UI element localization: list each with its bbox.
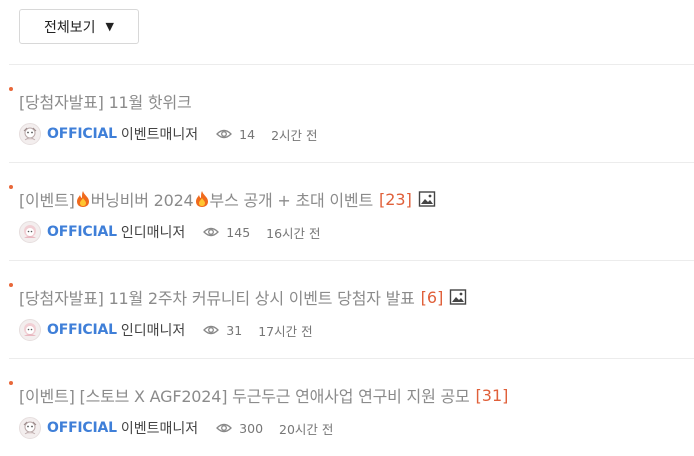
new-dot-icon — [9, 185, 13, 189]
image-icon — [449, 288, 467, 306]
view-count: 31 — [203, 323, 242, 338]
avatar[interactable] — [19, 417, 41, 439]
view-count: 14 — [216, 127, 255, 142]
official-badge: OFFICIAL — [47, 322, 117, 338]
official-badge: OFFICIAL — [47, 126, 117, 142]
post-item[interactable]: [이벤트] [스토브 X AGF2024] 두근두근 연애사업 연구비 지원 공… — [0, 359, 694, 456]
comment-count: [23] — [378, 189, 412, 209]
eye-icon — [203, 227, 220, 237]
view-all-label: 전체보기 — [44, 19, 96, 36]
post-item[interactable]: [당첨자발표] 11월 2주차 커뮤니티 상시 이벤트 당첨자 발표 [6] O… — [0, 261, 694, 358]
view-count: 145 — [203, 225, 250, 240]
post-title[interactable]: [당첨자발표] 11월 핫위크 — [19, 89, 192, 113]
caret-down-icon: ▼ — [105, 20, 114, 33]
post-title[interactable]: [이벤트] [스토브 X AGF2024] 두근두근 연애사업 연구비 지원 공… — [19, 383, 508, 407]
view-count: 300 — [216, 421, 263, 436]
image-icon — [418, 190, 436, 208]
eye-icon — [216, 423, 233, 433]
author-name[interactable]: 이벤트매니저 — [121, 124, 198, 144]
author-name[interactable]: 인디매니저 — [121, 320, 185, 340]
post-item[interactable]: [당첨자발표] 11월 핫위크 OFFICIAL 이벤트매니저 14 2시간 전 — [0, 65, 694, 162]
comment-count: [31] — [475, 385, 509, 405]
post-item[interactable]: [이벤트] 버닝비버 2024 부스 공개 + 초대 이벤트 [23] OFFI… — [0, 163, 694, 260]
post-time: 17시간 전 — [258, 323, 313, 339]
official-badge: OFFICIAL — [47, 420, 117, 436]
new-dot-icon — [9, 87, 13, 91]
post-time: 2시간 전 — [271, 127, 318, 143]
fire-icon — [76, 191, 89, 207]
author-name[interactable]: 인디매니저 — [121, 222, 185, 242]
post-time: 20시간 전 — [279, 421, 334, 437]
view-all-dropdown[interactable]: 전체보기 ▼ — [19, 9, 139, 44]
post-title[interactable]: [이벤트] 버닝비버 2024 부스 공개 + 초대 이벤트 [23] — [19, 187, 436, 211]
comment-count: [6] — [420, 287, 444, 307]
official-badge: OFFICIAL — [47, 224, 117, 240]
new-dot-icon — [9, 381, 13, 385]
avatar[interactable] — [19, 123, 41, 145]
new-dot-icon — [9, 283, 13, 287]
post-title[interactable]: [당첨자발표] 11월 2주차 커뮤니티 상시 이벤트 당첨자 발표 [6] — [19, 285, 467, 309]
eye-icon — [203, 325, 220, 335]
post-time: 16시간 전 — [266, 225, 321, 241]
author-name[interactable]: 이벤트매니저 — [121, 418, 198, 438]
eye-icon — [216, 129, 233, 139]
fire-icon — [195, 191, 208, 207]
avatar[interactable] — [19, 221, 41, 243]
avatar[interactable] — [19, 319, 41, 341]
